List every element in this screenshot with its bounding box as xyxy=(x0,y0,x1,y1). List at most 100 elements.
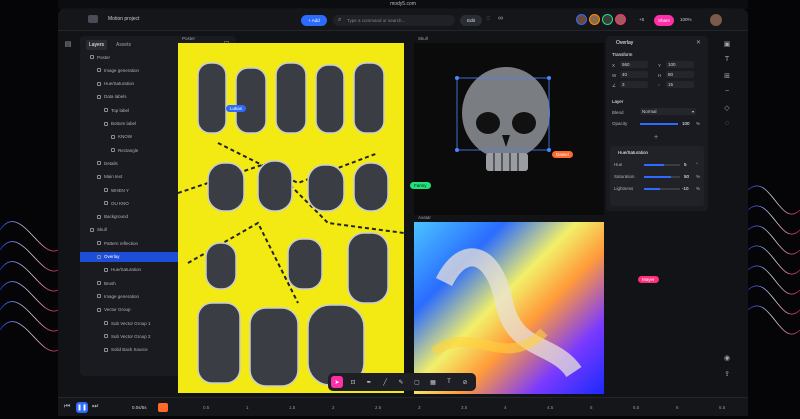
frame-label-skull: Skull xyxy=(418,36,428,41)
layer-label: Pattern reflection xyxy=(104,240,139,246)
play-button[interactable]: ❚❚ xyxy=(76,402,88,413)
extra-collaborators-count[interactable]: +5 xyxy=(639,17,644,22)
properties-icon[interactable]: ▣ xyxy=(722,40,732,48)
edit-label: Edit xyxy=(467,18,475,23)
tool-bar: ➤ ⊡ ✒ ╱ ✎ ▢ ▦ T ⊘ xyxy=(328,373,476,391)
logo-icon[interactable] xyxy=(88,15,98,23)
tool-brush[interactable]: ✎ xyxy=(395,376,407,388)
frame-icon: ⊡ xyxy=(350,379,356,386)
lightness-unit: % xyxy=(696,186,701,191)
opacity-slider[interactable] xyxy=(640,123,678,125)
saturation-value[interactable]: 50 xyxy=(684,174,689,179)
saturation-unit: % xyxy=(696,174,701,179)
link-icon[interactable]: ∞ xyxy=(498,15,503,22)
close-icon[interactable]: ✕ xyxy=(696,39,701,46)
tool-frame[interactable]: ⊡ xyxy=(347,376,359,388)
hue-slider[interactable] xyxy=(644,164,680,166)
x-input[interactable]: 560 xyxy=(620,61,648,68)
layer-type-icon xyxy=(104,321,108,325)
poster-artwork xyxy=(178,62,404,387)
layer-label: Overlay xyxy=(104,254,120,259)
tool-select[interactable]: ➤ xyxy=(331,376,343,388)
tab-layers[interactable]: Layers xyxy=(86,40,108,50)
shape-icon[interactable]: ◇ xyxy=(722,104,732,112)
layer-type-icon xyxy=(97,281,101,286)
timeline-tick-label: 5 xyxy=(590,405,593,410)
saturation-slider-fill xyxy=(644,176,671,178)
project-title[interactable]: Motion project xyxy=(108,16,139,22)
tool-image[interactable]: ▦ xyxy=(427,376,439,388)
chain-icon: ⊘ xyxy=(462,379,468,386)
skull-frame[interactable]: Daniel xyxy=(414,43,604,215)
w-input[interactable]: 40 xyxy=(620,71,648,78)
add-effect-icon[interactable]: + xyxy=(654,134,658,141)
tool-text[interactable]: T xyxy=(443,376,455,388)
avatar[interactable] xyxy=(576,14,587,25)
layer-label: Background xyxy=(104,214,129,220)
add-button[interactable]: + Add xyxy=(301,15,327,26)
opacity-value[interactable]: 100 xyxy=(682,121,690,126)
pen-icon: ✒ xyxy=(366,379,372,386)
poster-frame[interactable]: Lukas xyxy=(178,43,404,393)
h-label: H xyxy=(658,73,662,78)
collaborator-avatars[interactable] xyxy=(576,14,636,26)
comment-icon[interactable]: ◌ xyxy=(486,15,490,22)
layer-type-icon xyxy=(90,227,94,232)
tool-line[interactable]: ╱ xyxy=(379,376,391,388)
share-button[interactable]: Share xyxy=(654,15,674,26)
timeline-tick-label: 4.5 xyxy=(547,405,554,410)
layer-label: Data labels xyxy=(104,94,127,100)
right-rail: ▣ T ⊞ ~ ◇ ◌ ◉ ⇪ xyxy=(712,36,742,406)
layer-title: Overlay xyxy=(616,40,634,46)
h-input[interactable]: 80 xyxy=(666,71,694,78)
location-icon[interactable]: ◉ xyxy=(722,354,732,362)
layer-label: Sub Vector Group 1 xyxy=(111,320,151,326)
timeline-tick-label: 0.5 xyxy=(203,405,210,410)
playhead[interactable] xyxy=(158,403,168,412)
comments-icon[interactable]: ◌ xyxy=(722,120,732,127)
radius-label: ◜ xyxy=(658,83,660,88)
collaborator-tag-skull: Daniel xyxy=(552,151,573,158)
avatar-frame[interactable] xyxy=(414,222,604,394)
sidebar-toggle-icon[interactable]: ▤ xyxy=(63,40,73,48)
lightness-value[interactable]: -10 xyxy=(682,186,689,191)
layer-label: Bottom label xyxy=(111,121,137,126)
export-icon[interactable]: ⇪ xyxy=(722,370,732,378)
radius-input[interactable]: 15 xyxy=(666,81,694,88)
layer-type-icon xyxy=(97,81,101,86)
blend-select[interactable]: Normal ▾ xyxy=(640,108,696,115)
layer-label: Poster xyxy=(97,54,111,60)
edit-button[interactable]: Edit xyxy=(460,15,482,26)
rotation-label: ∠ xyxy=(612,83,617,88)
timeline-tick-label: 3 xyxy=(418,405,421,410)
text-tool-icon: T xyxy=(447,379,451,385)
layout-icon[interactable]: ⊞ xyxy=(722,72,732,80)
tab-assets[interactable]: Assets xyxy=(113,40,134,50)
hue-value[interactable]: 5 xyxy=(684,162,687,167)
skip-forward-icon[interactable]: ⏭ xyxy=(92,403,98,411)
search-placeholder: Type a command or search... xyxy=(347,18,406,23)
tool-link[interactable]: ⊘ xyxy=(459,376,471,388)
layer-type-icon xyxy=(97,161,101,166)
pause-icon: ❚❚ xyxy=(76,405,88,411)
avatar[interactable] xyxy=(602,14,613,25)
user-avatar[interactable] xyxy=(710,14,722,26)
rotation-input[interactable]: 3 xyxy=(620,81,648,88)
text-icon[interactable]: T xyxy=(722,56,732,63)
layer-type-icon xyxy=(90,55,94,59)
tool-pen[interactable]: ✒ xyxy=(363,376,375,388)
skip-back-icon[interactable]: ⏮ xyxy=(64,403,70,411)
layer-type-icon xyxy=(97,174,101,179)
y-input[interactable]: 100 xyxy=(666,61,694,68)
zoom-level[interactable]: 100% xyxy=(680,17,692,22)
search-bar[interactable]: ⌕ Type a command or search... xyxy=(333,15,455,26)
saturation-slider[interactable] xyxy=(644,176,680,178)
layer-label: Hue/Saturation xyxy=(104,81,135,87)
avatar[interactable] xyxy=(615,14,626,25)
avatar[interactable] xyxy=(589,14,600,25)
lightness-slider[interactable] xyxy=(644,188,680,190)
timeline-tick-label: 3.5 xyxy=(461,405,468,410)
timeline-tick-label: 6.5 xyxy=(719,405,726,410)
tool-shape[interactable]: ▢ xyxy=(411,376,423,388)
motion-icon[interactable]: ~ xyxy=(722,88,732,95)
